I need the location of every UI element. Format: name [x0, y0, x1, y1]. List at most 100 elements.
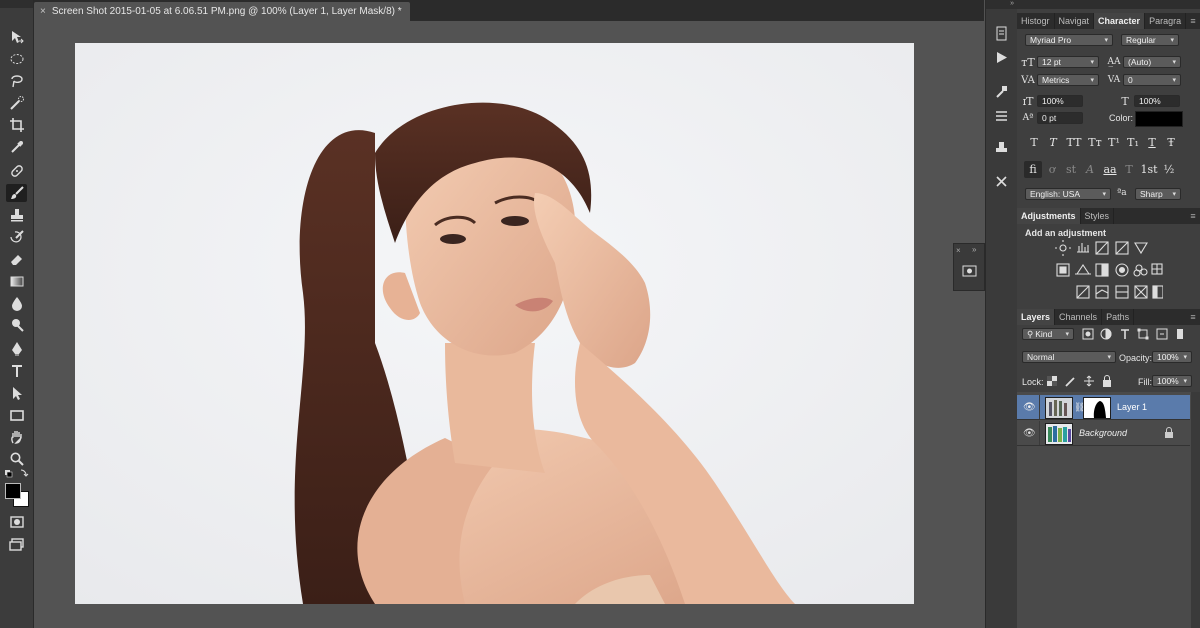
underline-button[interactable]: T: [1144, 136, 1160, 149]
tools-panel-grip[interactable]: [0, 0, 33, 8]
lasso-tool-icon[interactable]: [6, 72, 27, 90]
tool-presets-icon[interactable]: [992, 82, 1011, 100]
history-panel-icon[interactable]: [992, 24, 1011, 42]
subscript-button[interactable]: T₁: [1125, 136, 1141, 149]
quick-selection-tool-icon[interactable]: [6, 94, 27, 112]
layers-scrollbar[interactable]: [1191, 392, 1200, 628]
actions-panel-icon[interactable]: [992, 48, 1011, 66]
brush-tool-icon[interactable]: [6, 184, 27, 202]
tab-paths[interactable]: Paths: [1102, 309, 1135, 325]
expand-panel-icon[interactable]: »: [972, 245, 976, 254]
standard-ligatures-button[interactable]: fi: [1025, 163, 1041, 176]
layer-row[interactable]: 👁 ⛓ Layer 1: [1017, 395, 1190, 420]
tracking-field[interactable]: 0 ▾: [1123, 74, 1181, 86]
horizontal-scale-field[interactable]: 100%: [1134, 95, 1180, 107]
small-caps-button[interactable]: Tт: [1085, 136, 1105, 149]
tab-styles[interactable]: Styles: [1081, 208, 1115, 224]
clone-source-icon[interactable]: [992, 138, 1011, 156]
gradient-tool-icon[interactable]: [6, 272, 27, 290]
type-tool-icon[interactable]: [6, 362, 27, 380]
contextual-alternates-button[interactable]: ơ: [1044, 163, 1060, 176]
dock-grip[interactable]: [1017, 0, 1200, 9]
font-style-select[interactable]: Regular ▾: [1121, 34, 1179, 46]
tab-channels[interactable]: Channels: [1055, 309, 1103, 325]
crop-tool-icon[interactable]: [6, 116, 27, 134]
foreground-color-swatch[interactable]: [5, 483, 21, 499]
path-selection-tool-icon[interactable]: [6, 384, 27, 402]
screen-mode-icon[interactable]: [6, 535, 27, 553]
marquee-tool-icon[interactable]: [6, 50, 27, 68]
eye-icon[interactable]: 👁: [1023, 402, 1036, 413]
eraser-tool-icon[interactable]: [6, 250, 27, 268]
close-tab-icon[interactable]: ×: [40, 6, 46, 17]
discretionary-ligatures-button[interactable]: st: [1063, 163, 1079, 176]
swash-button[interactable]: A: [1082, 163, 1098, 176]
chevron-down-icon: ▾: [1090, 77, 1094, 84]
baseline-shift-field[interactable]: 0 pt: [1037, 112, 1083, 124]
zoom-tool-icon[interactable]: [6, 450, 27, 468]
layer-thumbnail[interactable]: [1045, 423, 1073, 445]
language-select[interactable]: English: USA ▾: [1025, 188, 1111, 200]
ordinals-button[interactable]: 1st: [1139, 163, 1159, 176]
layer-mask-thumbnail[interactable]: [1083, 397, 1111, 419]
panel-menu-icon[interactable]: ≡: [1186, 208, 1200, 224]
tab-navigator[interactable]: Navigat: [1055, 13, 1095, 29]
move-tool-icon[interactable]: [6, 28, 27, 46]
dodge-tool-icon[interactable]: [6, 316, 27, 334]
document-image[interactable]: [75, 43, 914, 604]
panel-menu-icon[interactable]: ≡: [1186, 13, 1200, 29]
opacity-field[interactable]: 100% ▾: [1152, 351, 1192, 363]
layer-row[interactable]: 👁 Background: [1017, 421, 1190, 446]
tab-layers[interactable]: Layers: [1017, 309, 1056, 325]
vertical-scale-field[interactable]: 100%: [1037, 95, 1083, 107]
fractions-button[interactable]: ½: [1161, 163, 1177, 176]
superscript-button[interactable]: T¹: [1106, 136, 1122, 149]
spot-healing-tool-icon[interactable]: [6, 162, 27, 180]
kerning-field[interactable]: Metrics ▾: [1037, 74, 1099, 86]
text-color-swatch[interactable]: [1135, 111, 1183, 127]
eyedropper-tool-icon[interactable]: [6, 138, 27, 156]
font-size-field[interactable]: 12 pt ▾: [1037, 56, 1099, 68]
titling-alternates-button[interactable]: T: [1121, 163, 1137, 176]
kerning-icon: VA: [1021, 74, 1035, 86]
faux-bold-button[interactable]: T: [1026, 136, 1042, 149]
leading-value: (Auto): [1128, 57, 1152, 67]
font-family-select[interactable]: Myriad Pro ▾: [1025, 34, 1113, 46]
document-tab[interactable]: × Screen Shot 2015-01-05 at 6.06.51 PM.p…: [34, 2, 410, 21]
swap-colors-icon[interactable]: [4, 468, 30, 478]
blend-mode-select[interactable]: Normal ▾: [1022, 351, 1116, 363]
collapsed-properties-panel[interactable]: × »: [953, 243, 985, 291]
panel-menu-icon[interactable]: ≡: [1186, 309, 1200, 325]
properties-icon[interactable]: [962, 264, 977, 278]
quick-mask-icon[interactable]: [6, 513, 27, 531]
history-brush-tool-icon[interactable]: [6, 228, 27, 246]
layer-divider: [1039, 421, 1040, 445]
color-swatches[interactable]: [4, 482, 29, 508]
tab-character[interactable]: Character: [1094, 13, 1146, 29]
fill-field[interactable]: 100% ▾: [1152, 375, 1192, 387]
faux-italic-button[interactable]: T: [1045, 136, 1061, 149]
clone-stamp-tool-icon[interactable]: [6, 206, 27, 224]
strikethrough-button[interactable]: Ŧ: [1163, 136, 1179, 149]
brush-panel-icon[interactable]: [992, 172, 1011, 190]
rectangle-tool-icon[interactable]: [6, 406, 27, 424]
all-caps-button[interactable]: TT: [1064, 136, 1084, 149]
eye-icon[interactable]: 👁: [1023, 428, 1036, 439]
strip-expand-icon[interactable]: »: [986, 0, 1017, 9]
layer-name[interactable]: Background: [1079, 428, 1127, 438]
antialias-select[interactable]: Sharp ▾: [1135, 188, 1181, 200]
canvas-area[interactable]: [34, 21, 984, 628]
tab-histogram[interactable]: Histogr: [1017, 13, 1055, 29]
blur-tool-icon[interactable]: [6, 294, 27, 312]
close-panel-icon[interactable]: ×: [956, 246, 961, 255]
leading-field[interactable]: (Auto) ▾: [1123, 56, 1181, 68]
tab-paragraph[interactable]: Paragra: [1145, 13, 1187, 29]
layer-filter-select[interactable]: ⚲ Kind ▾: [1022, 328, 1074, 340]
stylistic-alternates-button[interactable]: aa: [1101, 163, 1119, 176]
brush-presets-icon[interactable]: [992, 106, 1011, 124]
pen-tool-icon[interactable]: [6, 340, 27, 358]
hand-tool-icon[interactable]: [6, 428, 27, 446]
layer-name[interactable]: Layer 1: [1117, 402, 1147, 412]
tab-adjustments[interactable]: Adjustments: [1017, 208, 1081, 224]
layer-thumbnail[interactable]: [1045, 397, 1073, 419]
